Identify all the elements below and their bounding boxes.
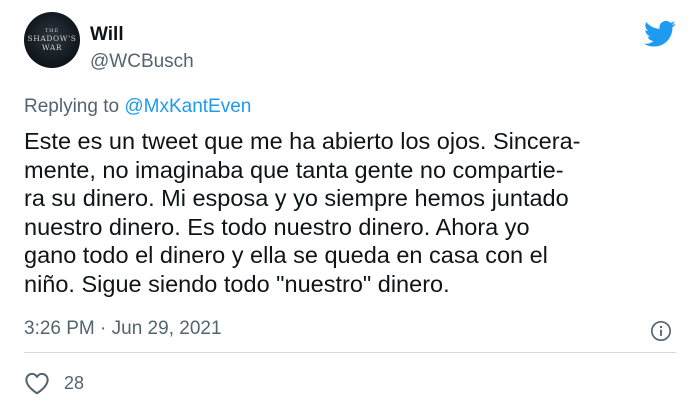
avatar-text-line2: WAR <box>41 43 63 52</box>
tweet-text-line: Este es un tweet que me ha abierto los o… <box>24 128 581 154</box>
twitter-bird-icon[interactable] <box>644 20 676 48</box>
info-icon[interactable] <box>650 320 672 342</box>
heart-icon[interactable] <box>24 371 50 395</box>
tweet-text-line: niño. Sigue siendo todo "nuestro" dinero… <box>24 270 450 297</box>
tweet-timestamp[interactable]: 3:26 PM · Jun 29, 2021 <box>24 318 222 340</box>
tweet-text-line: mente, no imaginaba que tanta gente no c… <box>24 156 564 183</box>
author-handle[interactable]: @WCBusch <box>90 51 194 73</box>
like-button[interactable]: 28 <box>24 371 84 395</box>
tweet-card: THE SHADOW'S WAR Will @WCBusch Replying … <box>0 0 700 411</box>
tweet-text-line: nuestro dinero. Es todo nuestro dinero. … <box>24 213 530 240</box>
tweet-text-line: gano todo el dinero y ella se queda en c… <box>24 242 548 268</box>
tweet-text: Este es un tweet que me ha abierto los o… <box>24 127 684 298</box>
replying-to-label: Replying to <box>24 96 120 117</box>
replying-to: Replying to @MxKantEven <box>24 96 251 118</box>
avatar[interactable]: THE SHADOW'S WAR <box>24 12 80 68</box>
author-name[interactable]: Will <box>90 24 124 46</box>
avatar-text-line1: SHADOW'S <box>27 34 77 43</box>
divider <box>24 352 676 353</box>
tweet-text-line: ra su dinero. Mi esposa y yo siempre hem… <box>24 185 569 211</box>
like-count: 28 <box>64 372 85 393</box>
reply-mention-link[interactable]: @MxKantEven <box>124 96 251 117</box>
